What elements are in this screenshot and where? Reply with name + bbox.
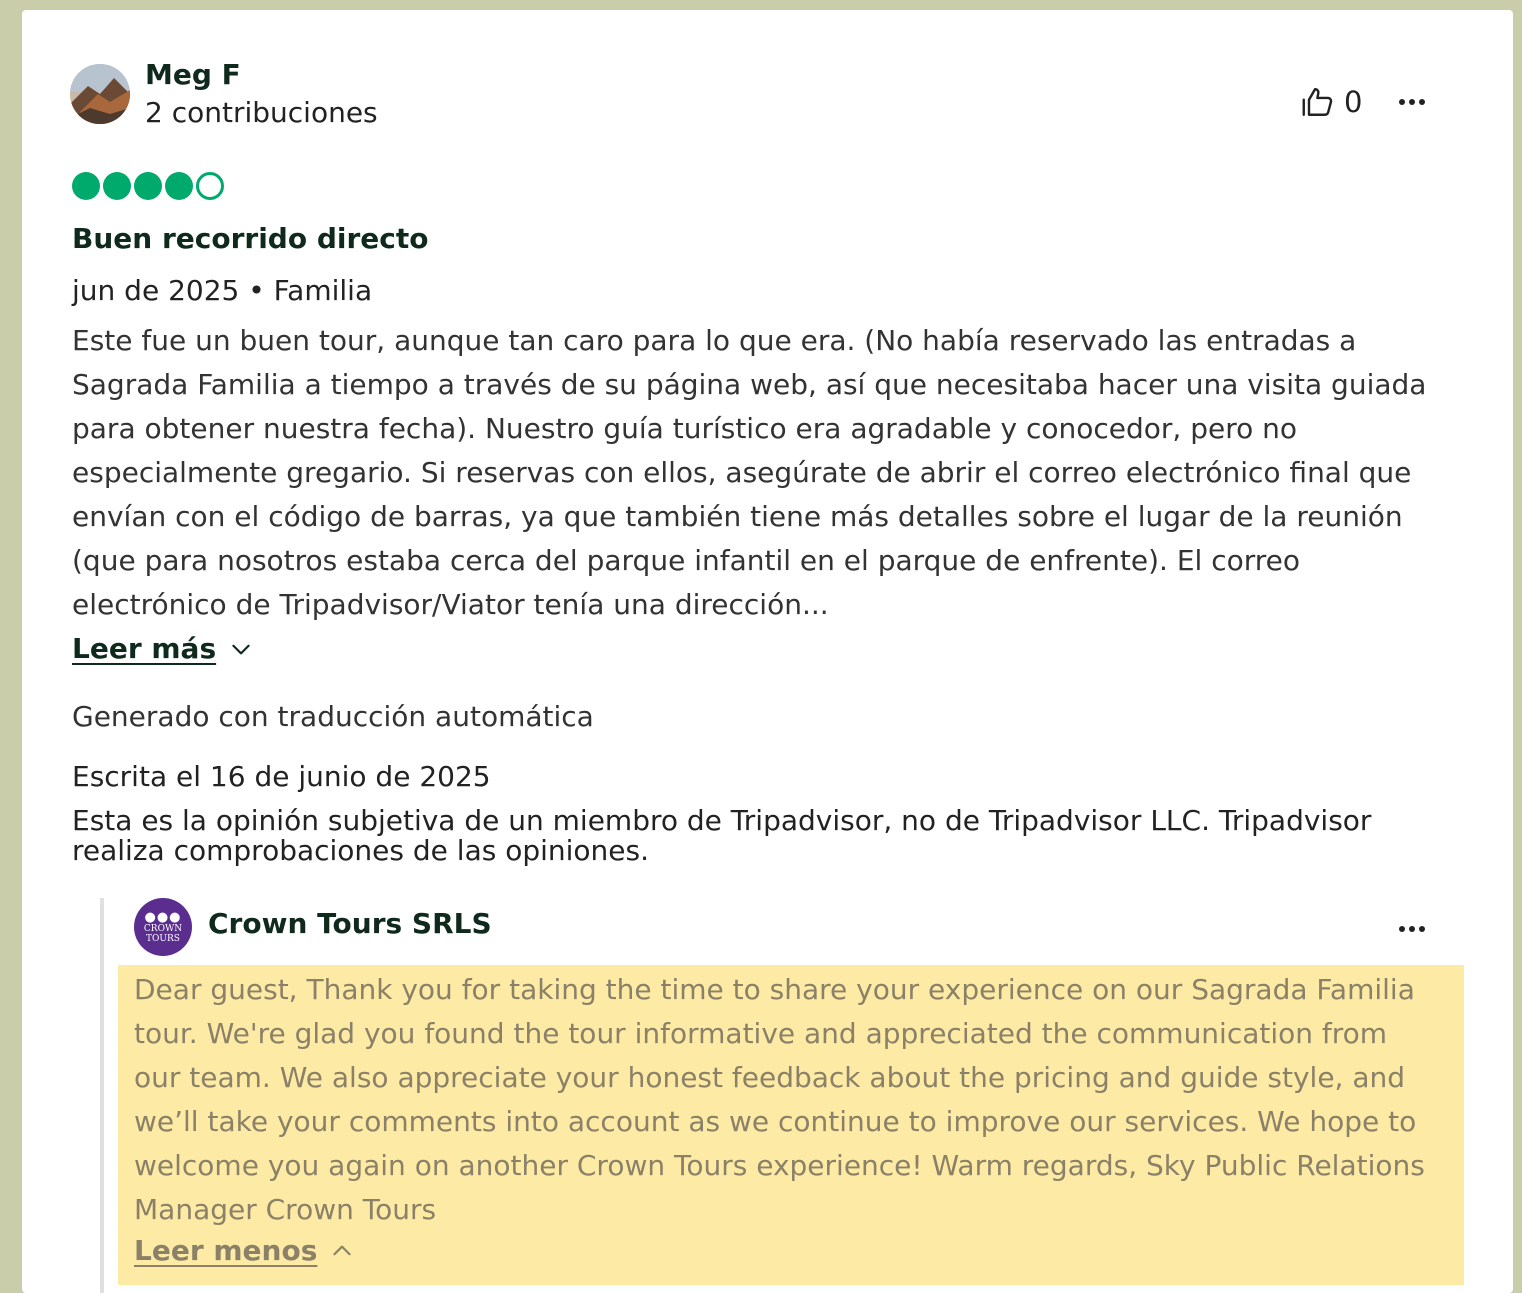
rating-bubble-empty: [196, 172, 224, 200]
author-contributions: 2 contribuciones: [145, 96, 378, 129]
thumbs-up-icon: [1302, 88, 1333, 116]
reply-body: Dear guest, Thank you for taking the tim…: [134, 973, 1425, 1226]
owner-reply: Dear guest, Thank you for taking the tim…: [118, 965, 1464, 1285]
crown-tours-logo-icon[interactable]: ●●● CROWN TOURS: [134, 898, 192, 956]
read-more-label: Leer más: [72, 632, 217, 665]
review-card: Meg F 2 contribuciones 0 Buen recorrido …: [22, 10, 1513, 1293]
rating-bubble-filled: [103, 172, 131, 200]
review-body: Este fue un buen tour, aunque tan caro p…: [72, 324, 1427, 621]
rating-bubble-filled: [134, 172, 162, 200]
read-less-label: Leer menos: [134, 1234, 318, 1267]
chevron-up-icon: [333, 1245, 352, 1255]
logo-text-1: CROWN: [143, 923, 183, 934]
review-disclaimer: Esta es la opinión subjetiva de un miemb…: [72, 804, 1372, 867]
review-title[interactable]: Buen recorrido directo: [72, 222, 428, 256]
rating-bubble-filled: [72, 172, 100, 200]
helpful-count: 0: [1344, 85, 1363, 119]
read-less-button[interactable]: Leer menos: [134, 1234, 1464, 1267]
chevron-down-icon: [232, 644, 250, 654]
review-options-button[interactable]: [1392, 88, 1432, 116]
logo-text-2: TOURS: [146, 933, 180, 944]
reply-options-button[interactable]: [1392, 915, 1432, 943]
logo-dots: ●●●: [144, 909, 182, 925]
more-horizontal-icon: [1399, 926, 1425, 932]
read-more-button[interactable]: Leer más: [72, 632, 254, 665]
machine-translation-note: Generado con traducción automática: [72, 700, 594, 733]
rating-bubbles: [72, 172, 224, 200]
reply-divider: [100, 898, 104, 1293]
written-date: Escrita el 16 de junio de 2025: [72, 760, 491, 793]
helpful-vote-button[interactable]: 0: [1300, 84, 1362, 120]
rating-bubble-filled: [165, 172, 193, 200]
user-avatar-landscape-icon: [70, 64, 130, 124]
review-meta: jun de 2025 • Familia: [72, 274, 373, 307]
user-avatar[interactable]: [70, 64, 130, 124]
reply-author-name[interactable]: Crown Tours SRLS: [208, 907, 492, 941]
more-horizontal-icon: [1399, 99, 1425, 105]
author-name[interactable]: Meg F: [145, 58, 241, 92]
